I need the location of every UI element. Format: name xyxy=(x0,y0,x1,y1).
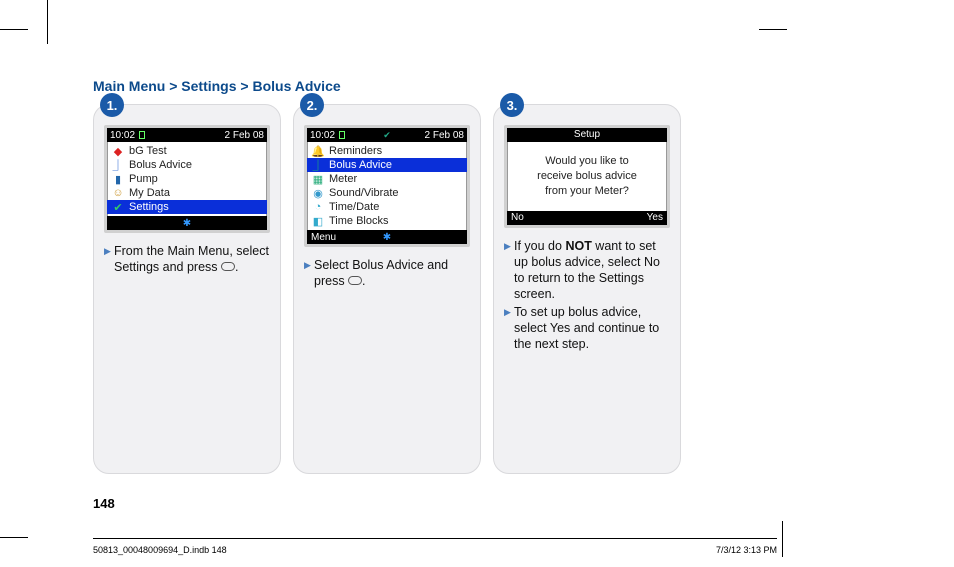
footer-file: 50813_00048009694_D.indb 148 xyxy=(93,545,227,555)
status-time: 10:02 xyxy=(310,130,335,141)
blocks-icon: ◧ xyxy=(311,215,325,227)
device-screen-2: 10:02 ✔ 2 Feb 08 🔔Reminders ⏌Bolus Advic… xyxy=(304,125,470,247)
bell-icon: 🔔 xyxy=(311,145,325,157)
setup-title-bar: Setup xyxy=(507,128,667,142)
step-marker-1: 1. xyxy=(100,93,124,117)
soft-key-bar: ✱ xyxy=(107,216,267,230)
bolus-icon: ⏌ xyxy=(311,159,325,171)
menu-item[interactable]: ☺My Data xyxy=(107,186,267,200)
menu-item-selected[interactable]: ⏌Bolus Advice xyxy=(307,158,467,172)
instruction-text: If you do NOT want to set up bolus advic… xyxy=(504,238,670,352)
soft-key-no[interactable]: No xyxy=(511,212,524,223)
menu-item[interactable]: ◉Sound/Vibrate xyxy=(307,186,467,200)
battery-icon xyxy=(339,131,345,139)
print-footer: 50813_00048009694_D.indb 148 7/3/12 3:13… xyxy=(93,538,777,555)
instruction-text: Select Bolus Advice and press . xyxy=(304,257,470,289)
step-panel-2: 2. 10:02 ✔ 2 Feb 08 🔔Reminders ⏌Bolus Ad… xyxy=(293,104,481,474)
footer-crop-mark xyxy=(782,521,783,557)
soft-left[interactable]: Menu xyxy=(311,232,336,243)
menu-item-selected[interactable]: ✔Settings xyxy=(107,200,267,214)
mydata-icon: ☺ xyxy=(111,187,125,199)
device-screen-3: Setup Would you like to receive bolus ad… xyxy=(504,125,670,228)
menu-item[interactable]: ▮Pump xyxy=(107,172,267,186)
menu-item[interactable]: ◧Time Blocks xyxy=(307,214,467,228)
meter-icon: ▦ xyxy=(311,173,325,185)
soft-key-yes[interactable]: Yes xyxy=(647,212,663,223)
sound-icon: ◉ xyxy=(311,187,325,199)
menu-item[interactable]: ⏌Bolus Advice xyxy=(107,158,267,172)
step-marker-2: 2. xyxy=(300,93,324,117)
footer-date: 7/3/12 3:13 PM xyxy=(716,545,777,555)
settings-menu-list: 🔔Reminders ⏌Bolus Advice ▦Meter ◉Sound/V… xyxy=(307,142,467,230)
soft-key-bar: Menu ✱ xyxy=(307,230,467,244)
pump-icon: ▮ xyxy=(111,173,125,185)
bluetooth-icon: ✱ xyxy=(183,218,191,229)
instruction-text: From the Main Menu, select Settings and … xyxy=(104,243,270,275)
menu-item[interactable]: 🔔Reminders xyxy=(307,144,467,158)
page-number: 148 xyxy=(93,496,115,511)
menu-item[interactable]: ▦Meter xyxy=(307,172,467,186)
status-bar: 10:02 2 Feb 08 xyxy=(107,128,267,142)
main-menu-list: ◆bG Test ⏌Bolus Advice ▮Pump ☺My Data ✔S… xyxy=(107,142,267,216)
ok-key-icon xyxy=(221,262,235,271)
status-date: 2 Feb 08 xyxy=(425,130,464,141)
status-date: 2 Feb 08 xyxy=(225,130,264,141)
breadcrumb: Main Menu > Settings > Bolus Advice xyxy=(93,78,861,94)
drop-icon: ◆ xyxy=(111,145,125,157)
page: Main Menu > Settings > Bolus Advice 1. 1… xyxy=(47,0,907,567)
bolus-icon: ⏌ xyxy=(111,159,125,171)
setup-prompt: Would you like to receive bolus advice f… xyxy=(507,142,667,211)
step-panel-1: 1. 10:02 2 Feb 08 ◆bG Test ⏌Bolus Advice… xyxy=(93,104,281,474)
check-icon: ✔ xyxy=(383,130,391,141)
device-screen-1: 10:02 2 Feb 08 ◆bG Test ⏌Bolus Advice ▮P… xyxy=(104,125,270,233)
bluetooth-icon: ✱ xyxy=(383,232,391,243)
settings-icon: ✔ xyxy=(111,201,125,213)
panels-row: 1. 10:02 2 Feb 08 ◆bG Test ⏌Bolus Advice… xyxy=(93,104,861,474)
menu-item[interactable]: ◆bG Test xyxy=(107,144,267,158)
battery-icon xyxy=(139,131,145,139)
status-bar: 10:02 ✔ 2 Feb 08 xyxy=(307,128,467,142)
ok-key-icon xyxy=(348,276,362,285)
step-marker-3: 3. xyxy=(500,93,524,117)
clock-icon: ◔ xyxy=(311,201,325,213)
menu-item[interactable]: ◔Time/Date xyxy=(307,200,467,214)
step-panel-3: 3. Setup Would you like to receive bolus… xyxy=(493,104,681,474)
status-time: 10:02 xyxy=(110,130,135,141)
soft-key-bar: No Yes xyxy=(507,211,667,225)
